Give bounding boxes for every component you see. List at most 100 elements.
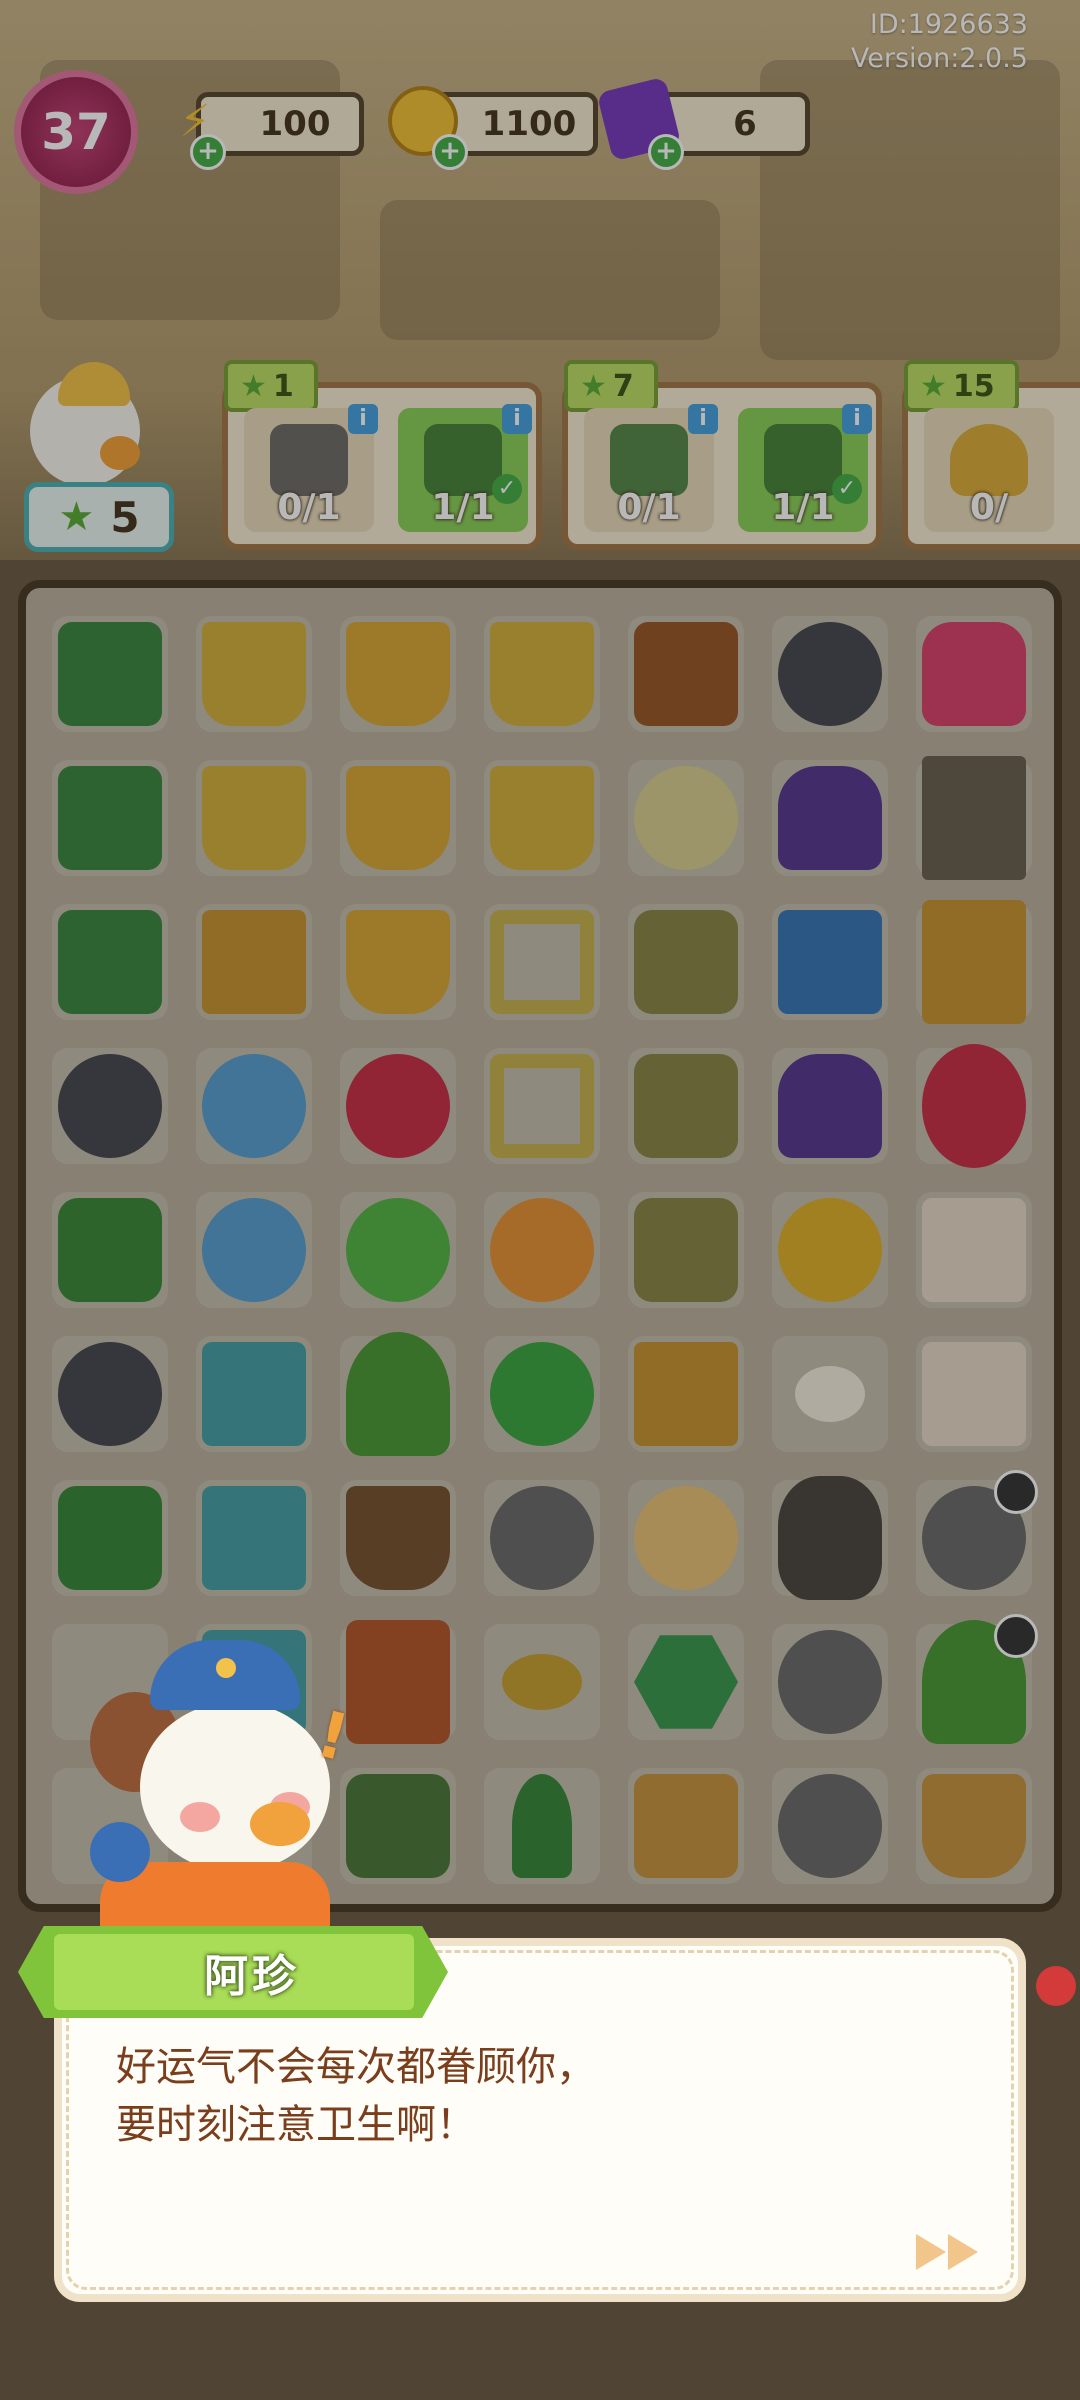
coin-stack-icon[interactable] [778,1198,882,1302]
wallet-icon[interactable] [634,622,738,726]
board-cell[interactable] [902,1754,1046,1898]
hamster-icon[interactable] [634,1486,738,1590]
puzzle-piece-icon[interactable] [202,1342,306,1446]
board-cell[interactable] [182,1178,326,1322]
snail-cat-icon[interactable] [346,1054,450,1158]
plant-bucket-icon[interactable] [346,622,450,726]
board-cell[interactable] [758,1610,902,1754]
toolbox-closed-icon[interactable] [58,910,162,1014]
board-cell[interactable] [902,602,1046,746]
board-cell[interactable] [182,1034,326,1178]
board-cell[interactable] [38,1322,182,1466]
order-slot[interactable]: i 0/1 [584,404,718,532]
add-energy-button[interactable]: + [190,134,226,170]
info-icon[interactable]: i [502,404,532,434]
board-cell[interactable] [182,746,326,890]
shell-icon[interactable] [490,1486,594,1590]
board-cell[interactable] [326,1178,470,1322]
board-cell[interactable] [326,746,470,890]
board-cell[interactable] [326,1466,470,1610]
frame-small-icon[interactable] [490,1054,594,1158]
board-cell[interactable] [470,890,614,1034]
wicker-basket-icon[interactable] [922,1774,1026,1878]
board-cell[interactable] [758,602,902,746]
bucket-icon[interactable] [346,766,450,870]
trash-bag-icon[interactable] [778,1476,882,1600]
add-coins-button[interactable]: + [432,134,468,170]
energy-bolt-green-icon[interactable] [346,1198,450,1302]
gloves-icon[interactable] [346,1774,450,1878]
board-cell[interactable] [326,602,470,746]
wrench-icon[interactable] [58,1342,162,1446]
dirt-bucket-icon[interactable] [346,910,450,1014]
potted-tree-icon[interactable] [346,1332,450,1456]
board-cell[interactable] [614,602,758,746]
board-cell[interactable] [38,1034,182,1178]
cabinet-plant-icon[interactable] [922,900,1026,1024]
purple-device-icon[interactable] [778,1054,882,1158]
board-cell[interactable] [758,1034,902,1178]
board-cell[interactable] [614,1034,758,1178]
board-cell[interactable] [614,1466,758,1610]
purple-device-icon[interactable] [778,766,882,870]
board-cell[interactable] [470,602,614,746]
order-card[interactable]: ★ 7 i 0/1 i ✓ 1/1 [562,360,882,550]
next-arrow-icon[interactable] [916,2234,982,2270]
board-cell[interactable] [902,1466,1046,1610]
hose-icon[interactable] [512,1774,572,1878]
order-slot[interactable]: i 0/1 [244,404,378,532]
shopping-cart-icon[interactable] [202,766,306,870]
box-open-icon[interactable] [634,1342,738,1446]
add-gems-button[interactable]: + [648,134,684,170]
board-cell[interactable] [614,1322,758,1466]
board-cell[interactable] [614,1178,758,1322]
board-cell[interactable] [470,1322,614,1466]
board-cell[interactable] [470,746,614,890]
board-cell[interactable] [182,890,326,1034]
board-cell[interactable] [470,1466,614,1610]
board-cell[interactable] [38,746,182,890]
order-card[interactable]: ★ 1 i 0/1 i ✓ 1/1 [222,360,542,550]
locker-icon[interactable] [922,756,1026,880]
board-cell[interactable] [470,1754,614,1898]
board-cell[interactable] [326,1322,470,1466]
board-cell[interactable] [470,1610,614,1754]
board-cell[interactable] [758,1754,902,1898]
pliers-icon[interactable] [58,1486,162,1590]
dumbbell-cart-icon[interactable] [490,622,594,726]
board-cell[interactable] [326,1034,470,1178]
board-cell[interactable] [182,602,326,746]
drill-icon[interactable] [58,1198,162,1302]
first-aid-box-icon[interactable] [922,1342,1026,1446]
order-slot[interactable]: i ✓ 1/1 [398,404,532,532]
cardboard-box-icon[interactable] [202,910,306,1014]
player-level-badge[interactable]: 37 [14,70,138,194]
board-cell[interactable] [902,746,1046,890]
board-cell[interactable] [326,890,470,1034]
board-cell[interactable] [470,1034,614,1178]
wheelbarrow-tools-icon[interactable] [922,1044,1026,1168]
puzzle-pile-icon[interactable] [202,1486,306,1590]
board-cell[interactable] [902,1034,1046,1178]
info-icon[interactable]: i [688,404,718,434]
board-cell[interactable] [758,746,902,890]
board-cell[interactable] [182,1466,326,1610]
board-cell[interactable] [38,1466,182,1610]
mouse-icon[interactable] [795,1366,865,1422]
dumbbell-bench-icon[interactable] [778,622,882,726]
board-cell[interactable] [902,1178,1046,1322]
shopping-cart-duck-icon[interactable] [202,622,306,726]
board-cell[interactable] [758,1178,902,1322]
toolbox-open-icon[interactable] [58,766,162,870]
board-cell[interactable] [758,890,902,1034]
bread-loaf-icon[interactable] [502,1654,582,1710]
board-cell[interactable] [614,1610,758,1754]
board-cell[interactable] [38,890,182,1034]
order-slot[interactable]: i ✓ 1/1 [738,404,872,532]
board-cell[interactable] [902,890,1046,1034]
robot-vacuum-2-icon[interactable] [202,1198,306,1302]
backpack-icon[interactable] [922,622,1026,726]
info-icon[interactable]: i [348,404,378,434]
shell-icon[interactable] [778,1774,882,1878]
yarn-ball-icon[interactable] [634,766,738,870]
